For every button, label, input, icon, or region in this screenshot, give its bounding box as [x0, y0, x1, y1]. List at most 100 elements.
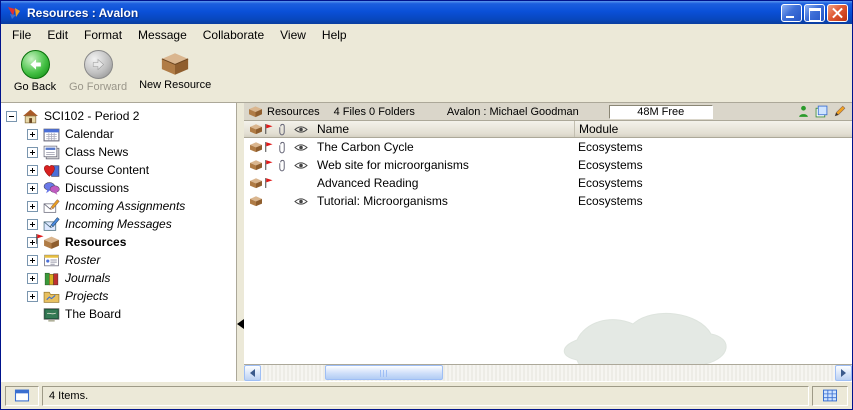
- resource-name[interactable]: Advanced Reading: [313, 174, 574, 192]
- assignments-icon: [43, 199, 60, 214]
- resource-name[interactable]: The Carbon Cycle: [313, 138, 574, 156]
- tree-item-label: Projects: [65, 289, 108, 303]
- expand-toggle-icon[interactable]: [27, 291, 38, 302]
- expand-toggle-icon[interactable]: [27, 273, 38, 284]
- list-column-header[interactable]: Name Module: [244, 121, 852, 138]
- tree-item-incoming-messages[interactable]: Incoming Messages: [6, 215, 236, 233]
- menu-edit[interactable]: Edit: [39, 25, 76, 45]
- scrollbar-track[interactable]: [261, 365, 835, 381]
- tree-item-label: Resources: [65, 235, 126, 249]
- status-grid-icon[interactable]: [812, 386, 848, 406]
- resource-list: The Carbon Cycle Ecosystems: [244, 138, 852, 364]
- pencil-icon[interactable]: [833, 105, 846, 118]
- tree-item-incoming-assignments[interactable]: Incoming Assignments: [6, 197, 236, 215]
- scrollbar-thumb[interactable]: [325, 365, 443, 380]
- tree-item-label: The Board: [65, 307, 121, 321]
- resource-module: Ecosystems: [574, 174, 852, 192]
- tree-item-label: Roster: [65, 253, 100, 267]
- course-content-icon: [43, 163, 60, 178]
- name-column-header[interactable]: Name: [313, 121, 574, 137]
- roster-icon: [43, 253, 60, 268]
- tree-item-course-content[interactable]: Course Content: [6, 161, 236, 179]
- projects-icon: [43, 289, 60, 304]
- collapse-toggle-icon[interactable]: [6, 111, 17, 122]
- menu-help[interactable]: Help: [314, 25, 355, 45]
- expand-toggle-icon[interactable]: [27, 165, 38, 176]
- scroll-right-button[interactable]: [835, 365, 852, 381]
- layers-icon[interactable]: [815, 105, 828, 118]
- expand-toggle-icon[interactable]: [27, 183, 38, 194]
- horizontal-scrollbar[interactable]: [244, 364, 852, 381]
- menu-format[interactable]: Format: [76, 25, 130, 45]
- scroll-left-button[interactable]: [244, 365, 261, 381]
- tree-item-roster[interactable]: Roster: [6, 251, 236, 269]
- attachment-column-icon[interactable]: [278, 123, 286, 136]
- status-view-icon[interactable]: [5, 386, 39, 406]
- flag-icon: [264, 141, 273, 153]
- resource-box-icon: [249, 177, 263, 189]
- menu-view[interactable]: View: [272, 25, 314, 45]
- flag-column-icon[interactable]: [264, 123, 273, 135]
- menu-message[interactable]: Message: [130, 25, 195, 45]
- folder-title: Resources: [267, 106, 320, 118]
- resource-row[interactable]: Tutorial: Microorganisms Ecosystems: [244, 192, 852, 210]
- course-tree-panel: SCI102 - Period 2 Calendar Class News: [1, 103, 237, 381]
- titlebar[interactable]: Resources : Avalon: [1, 1, 852, 24]
- attachment-icon: [278, 159, 286, 172]
- tree-item-label: Course Content: [65, 163, 149, 177]
- attachment-icon: [278, 141, 286, 154]
- minimize-button[interactable]: [781, 4, 802, 22]
- type-column-icon[interactable]: [249, 123, 263, 135]
- resource-row[interactable]: The Carbon Cycle Ecosystems: [244, 138, 852, 156]
- expand-toggle-icon[interactable]: [27, 255, 38, 266]
- resource-name[interactable]: Web site for microorganisms: [313, 156, 574, 174]
- collapse-panel-icon[interactable]: [237, 319, 244, 329]
- resources-panel: Resources 4 Files 0 Folders Avalon : Mic…: [244, 103, 852, 381]
- window-title: Resources : Avalon: [27, 6, 779, 20]
- tree-item-label: Discussions: [65, 181, 129, 195]
- resources-icon: [43, 235, 60, 250]
- menubar: File Edit Format Message Collaborate Vie…: [1, 24, 852, 45]
- resource-module: Ecosystems: [574, 138, 852, 156]
- tree-item-the-board[interactable]: The Board: [6, 305, 236, 323]
- resource-row[interactable]: Advanced Reading Ecosystems: [244, 174, 852, 192]
- visibility-column-icon[interactable]: [294, 125, 308, 134]
- go-back-button[interactable]: Go Back: [9, 48, 61, 95]
- flag-icon: [264, 159, 273, 171]
- maximize-button[interactable]: [804, 4, 825, 22]
- map-watermark: [549, 298, 749, 364]
- expand-toggle-icon[interactable]: [27, 147, 38, 158]
- statusbar: 4 Items.: [1, 381, 852, 409]
- tree-item-resources[interactable]: Resources: [6, 233, 236, 251]
- module-column-header[interactable]: Module: [574, 121, 852, 137]
- toolbar: Go Back Go Forward New Resource: [1, 45, 852, 103]
- close-button[interactable]: [827, 4, 848, 22]
- tree-item-class-news[interactable]: Class News: [6, 143, 236, 161]
- go-back-label: Go Back: [14, 81, 56, 93]
- item-count-status: 4 Items.: [42, 386, 809, 406]
- header-tools: [797, 105, 846, 118]
- panel-splitter[interactable]: [237, 103, 244, 381]
- app-window: Resources : Avalon File Edit Format Mess…: [0, 0, 853, 410]
- tree-item-label: Incoming Assignments: [65, 199, 185, 213]
- tree-root-class[interactable]: SCI102 - Period 2: [6, 107, 236, 125]
- new-resource-button[interactable]: New Resource: [135, 48, 215, 93]
- calendar-icon: [43, 127, 60, 142]
- expand-toggle-icon[interactable]: [27, 219, 38, 230]
- tree-item-discussions[interactable]: Discussions: [6, 179, 236, 197]
- app-icon: [6, 5, 22, 21]
- tree-item-calendar[interactable]: Calendar: [6, 125, 236, 143]
- menu-file[interactable]: File: [4, 25, 39, 45]
- tree-item-journals[interactable]: Journals: [6, 269, 236, 287]
- menu-collaborate[interactable]: Collaborate: [195, 25, 272, 45]
- tree-item-projects[interactable]: Projects: [6, 287, 236, 305]
- resource-row[interactable]: Web site for microorganisms Ecosystems: [244, 156, 852, 174]
- journals-icon: [43, 271, 60, 286]
- expand-toggle-icon[interactable]: [27, 129, 38, 140]
- resource-name[interactable]: Tutorial: Microorganisms: [313, 192, 574, 210]
- expand-toggle-icon[interactable]: [27, 201, 38, 212]
- flag-icon: [35, 233, 44, 245]
- user-icon[interactable]: [797, 105, 810, 118]
- eye-icon: [294, 197, 308, 206]
- tree-item-label: Incoming Messages: [65, 217, 172, 231]
